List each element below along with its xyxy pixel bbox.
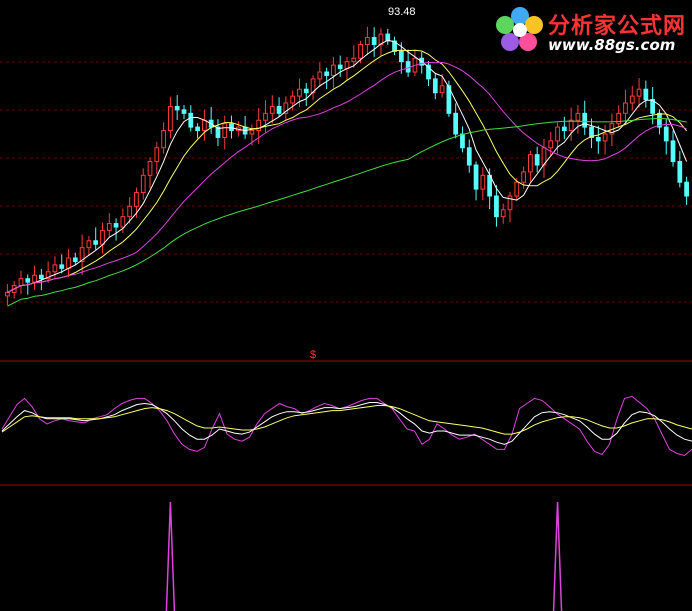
candle-body bbox=[100, 229, 105, 245]
candle-body bbox=[229, 123, 234, 132]
candle-body bbox=[120, 216, 126, 228]
candle-body bbox=[113, 223, 119, 228]
stock-chart: $ 93.48 bbox=[0, 6, 692, 611]
ma-long-line bbox=[7, 117, 687, 307]
candle-body bbox=[684, 181, 689, 197]
candle-body bbox=[38, 274, 44, 280]
candle-body bbox=[140, 174, 146, 194]
candle-body bbox=[677, 161, 683, 183]
candle-body bbox=[629, 95, 635, 104]
candle-body bbox=[25, 278, 31, 283]
candle-body bbox=[181, 109, 187, 114]
candle-body bbox=[494, 195, 499, 218]
candle-body bbox=[663, 126, 669, 142]
candle-body bbox=[72, 257, 78, 262]
oscillator-line-1 bbox=[1, 402, 692, 445]
candle-body bbox=[528, 154, 533, 173]
candle-body bbox=[297, 88, 302, 97]
candle-body bbox=[276, 105, 282, 114]
candle-body bbox=[331, 64, 336, 76]
candle-body bbox=[514, 181, 520, 197]
flower-logo-icon bbox=[496, 7, 543, 51]
candle-body bbox=[66, 257, 71, 269]
candle-body bbox=[371, 37, 377, 45]
candle-body bbox=[500, 209, 506, 218]
candle-body bbox=[337, 64, 343, 70]
candle-body bbox=[643, 88, 649, 101]
candle-body bbox=[263, 112, 268, 121]
candle-body bbox=[636, 88, 642, 97]
price-high-label: 93.48 bbox=[388, 6, 416, 18]
candle-body bbox=[616, 112, 622, 125]
candle-body bbox=[269, 105, 275, 114]
ma-mid-line bbox=[7, 49, 687, 293]
candle-body bbox=[201, 119, 207, 132]
candle-body bbox=[623, 102, 628, 114]
candle-body bbox=[324, 71, 329, 76]
candle-body bbox=[473, 164, 479, 190]
candle-body bbox=[222, 123, 228, 138]
candle-body bbox=[127, 205, 133, 218]
candle-body bbox=[195, 126, 200, 132]
candle-body bbox=[161, 130, 166, 149]
candle-body bbox=[521, 171, 526, 183]
indicator-marker: $ bbox=[310, 349, 316, 361]
candle-body bbox=[5, 291, 10, 297]
candle-body bbox=[365, 37, 370, 45]
signal-spike bbox=[552, 501, 563, 611]
candle-body bbox=[59, 264, 65, 269]
candle-body bbox=[154, 147, 160, 163]
candle-body bbox=[534, 154, 540, 166]
candle-body bbox=[188, 112, 194, 128]
candle-body bbox=[351, 57, 357, 63]
watermark-url: www.88gs.com bbox=[548, 36, 676, 54]
candle-body bbox=[168, 105, 173, 132]
candle-body bbox=[358, 43, 363, 59]
candle-body bbox=[595, 136, 601, 142]
oscillator-line-2 bbox=[1, 405, 692, 435]
candle-body bbox=[134, 192, 139, 207]
candle-body bbox=[555, 126, 560, 142]
signal-spike bbox=[165, 501, 176, 611]
candle-body bbox=[303, 88, 309, 94]
candle-body bbox=[439, 85, 445, 94]
candle-body bbox=[582, 112, 588, 128]
candle-body bbox=[561, 126, 567, 132]
candle-body bbox=[93, 240, 99, 245]
candle-body bbox=[32, 274, 37, 283]
candle-body bbox=[18, 278, 24, 287]
candle-body bbox=[398, 50, 404, 63]
candle-body bbox=[480, 174, 486, 190]
candle-body bbox=[460, 133, 465, 149]
moving-averages bbox=[7, 39, 688, 307]
candle-body bbox=[548, 140, 554, 149]
candle-body bbox=[174, 105, 180, 111]
candle-body bbox=[453, 112, 459, 135]
candle-body bbox=[575, 112, 581, 121]
candle-body bbox=[432, 78, 438, 94]
candle-body bbox=[317, 71, 323, 80]
oscillator-line-0 bbox=[1, 395, 692, 457]
oscillator-lines bbox=[1, 395, 692, 457]
candle-body bbox=[290, 95, 296, 104]
price-grid bbox=[0, 61, 692, 303]
candle-body bbox=[147, 161, 153, 176]
candle-body bbox=[405, 61, 411, 73]
candle-body bbox=[86, 240, 92, 249]
candle-body bbox=[670, 140, 676, 163]
candle-body bbox=[249, 130, 255, 135]
signal-spikes bbox=[165, 501, 563, 611]
candle-body bbox=[106, 223, 112, 231]
watermark-logo: 分析家公式网 www.88gs.com bbox=[492, 4, 688, 54]
candle-body bbox=[52, 264, 58, 273]
candle-body bbox=[602, 133, 608, 142]
candle-body bbox=[568, 119, 574, 132]
candle-body bbox=[466, 147, 472, 166]
